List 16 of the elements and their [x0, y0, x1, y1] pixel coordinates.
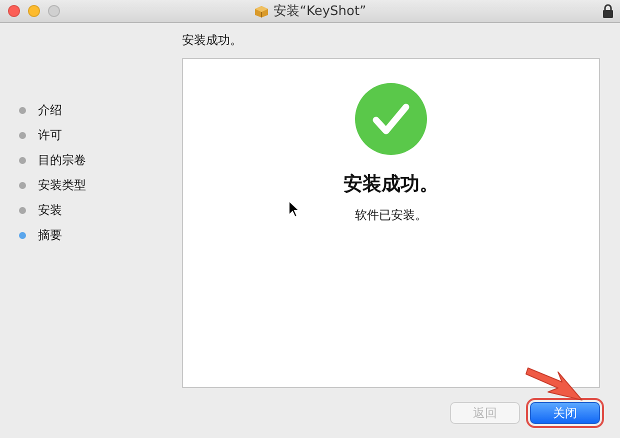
- success-heading: 安装成功。: [344, 172, 438, 197]
- step-label: 许可: [38, 127, 62, 144]
- page-header: 安装成功。: [182, 32, 243, 49]
- step-label: 安装类型: [38, 177, 86, 194]
- check-circle-icon: [355, 83, 427, 155]
- zoom-icon[interactable]: [48, 5, 60, 17]
- step-label: 安装: [38, 202, 62, 219]
- step-label: 摘要: [38, 227, 62, 244]
- minimize-icon[interactable]: [28, 5, 40, 17]
- window-title: 安装“KeyShot”: [274, 3, 366, 20]
- close-icon[interactable]: [8, 5, 20, 17]
- cursor-icon: [288, 200, 300, 218]
- step-label: 目的宗卷: [38, 152, 86, 169]
- step-label: 介绍: [38, 102, 62, 119]
- success-message: 软件已安装。: [355, 207, 427, 224]
- package-icon: [254, 4, 269, 18]
